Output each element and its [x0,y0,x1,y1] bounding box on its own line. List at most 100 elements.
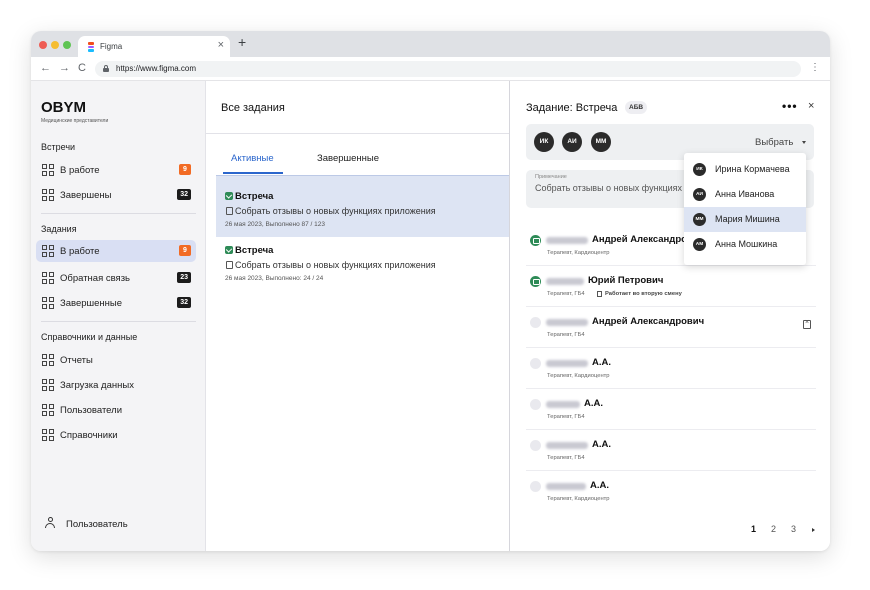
assignee-dropdown: ИК Ирина Кормачева АИ Анна Иванова ММ Ма… [684,153,806,265]
task-description: Собрать отзывы о новых функциях приложен… [235,260,436,270]
maximize-window-button[interactable] [63,41,71,49]
blurred-surname [546,237,588,244]
grid-icon [42,429,54,441]
count-badge: 32 [177,297,191,308]
avatar[interactable]: ММ [591,132,611,152]
new-tab-button[interactable]: + [238,34,246,50]
minimize-window-button[interactable] [51,41,59,49]
sidebar-item-reports[interactable]: Отчеты [36,349,196,371]
dropdown-option[interactable]: АМ Анна Мошкина [684,232,806,257]
grid-icon [42,272,54,284]
sidebar-item-label: Завершены [60,190,112,201]
blurred-surname [546,442,588,449]
participant-name: А.А. [590,480,609,491]
participant-name: Андрей Александрович [592,316,705,327]
count-badge: 9 [179,164,191,175]
sidebar-item-users[interactable]: Пользователи [36,399,196,421]
count-badge: 32 [177,189,191,200]
sidebar: OBYM Медицинские представители Встречи В… [31,81,206,551]
task-tag: АБВ [625,101,648,114]
check-icon [225,246,233,254]
more-options-icon[interactable]: ••• [782,99,798,113]
dropdown-option[interactable]: ИК Ирина Кормачева [684,157,806,182]
document-icon [226,207,233,215]
sidebar-item-label: Загрузка данных [60,380,134,391]
document-icon [226,261,233,269]
page-2-button[interactable]: 2 [771,524,776,534]
url-field[interactable]: https://www.figma.com [95,61,801,77]
participant-meta: Терапевт, ГБ4 [547,291,585,297]
forward-button[interactable]: → [59,62,70,74]
url-text: https://www.figma.com [116,64,197,73]
participant-name: Юрий Петрович [588,275,664,286]
avatar[interactable]: ИК [534,132,554,152]
participant-meta: Терапевт, Кардиоцентр [547,250,610,256]
participant-row[interactable]: А.А. Терапевт, ГБ4 [526,389,816,430]
page-title: Все задания [221,102,285,114]
participant-meta: Терапевт, Кардиоцентр [547,496,610,502]
task-title: Встреча [235,245,274,256]
dropdown-option[interactable]: АИ Анна Иванова [684,182,806,207]
browser-window: Figma × + ← → C https://www.figma.com ⋮ … [31,31,830,551]
blurred-surname [546,360,588,367]
detail-title: Задание: Встреча [526,102,618,114]
participant-meta: Терапевт, ГБ4 [547,455,585,461]
section-title-tasks: Задания [41,224,77,234]
count-badge: 9 [179,245,191,256]
participant-row[interactable]: А.А. Терапевт, Кардиоцентр [526,348,816,389]
browser-tab[interactable]: Figma × [78,36,230,57]
blurred-surname [546,401,580,408]
blurred-surname [546,278,584,285]
lock-icon [103,65,109,72]
task-card[interactable]: Встреча Собрать отзывы о новых функциях … [216,230,509,292]
sidebar-divider [41,321,196,322]
close-window-button[interactable] [39,41,47,49]
app: OBYM Медицинские представители Встречи В… [31,81,830,551]
status-icon [530,276,541,287]
grid-icon [42,189,54,201]
status-icon [530,317,541,328]
participant-row[interactable]: А.А. Терапевт, ГБ4 [526,430,816,471]
participant-note: Работает во вторую смену [605,291,682,297]
sidebar-item-data-upload[interactable]: Загрузка данных [36,374,196,396]
option-name: Анна Иванова [715,189,775,199]
page-1-button[interactable]: 1 [751,524,756,534]
sidebar-item-label: Справочники [60,430,118,441]
option-name: Анна Мошкина [715,239,778,249]
reload-button[interactable]: C [78,62,86,74]
sidebar-item-references[interactable]: Справочники [36,424,196,446]
count-badge: 23 [177,272,191,283]
user-icon [45,517,55,529]
sidebar-item-label: Пользователи [60,405,123,416]
divider [206,133,509,134]
browser-menu-icon[interactable]: ⋮ [810,62,820,73]
participant-name: А.А. [592,439,611,450]
sidebar-item-meetings-in-progress[interactable]: В работе 9 [36,159,196,181]
grid-icon [42,245,54,257]
sidebar-item-meetings-completed[interactable]: Завершены 32 [36,184,196,206]
tab-close-icon[interactable]: × [218,39,224,51]
option-name: Ирина Кормачева [715,164,790,174]
participant-row[interactable]: Юрий Петрович Терапевт, ГБ4 Работает во … [526,266,816,307]
sidebar-item-tasks-completed[interactable]: Завершенные 32 [36,292,196,314]
task-card[interactable]: Встреча Собрать отзывы о новых функциях … [216,175,509,237]
sidebar-item-tasks-in-progress[interactable]: В работе 9 [36,240,196,262]
participant-name: А.А. [584,398,603,409]
participant-row[interactable]: Андрей Александрович Терапевт, ГБ4 [526,307,816,348]
app-logo-subtitle: Медицинские представители [41,118,109,124]
task-detail-panel: Задание: Встреча АБВ ••• × ИК АИ ММ Выбр… [509,81,830,551]
avatar: ММ [693,213,706,226]
close-icon[interactable]: × [808,100,814,112]
participant-row[interactable]: А.А. Терапевт, Кардиоцентр [526,471,816,512]
dropdown-option[interactable]: ММ Мария Мишина [684,207,806,232]
tab-active[interactable]: Активные [231,153,274,164]
select-assignee-button[interactable]: Выбрать [755,137,793,148]
tab-completed[interactable]: Завершенные [317,153,379,164]
avatar[interactable]: АИ [562,132,582,152]
chevron-down-icon[interactable] [802,141,806,144]
next-page-icon[interactable] [812,528,815,532]
remove-icon[interactable] [803,319,811,329]
sidebar-item-tasks-feedback[interactable]: Обратная связь 23 [36,267,196,289]
page-3-button[interactable]: 3 [791,524,796,534]
back-button[interactable]: ← [40,62,51,74]
